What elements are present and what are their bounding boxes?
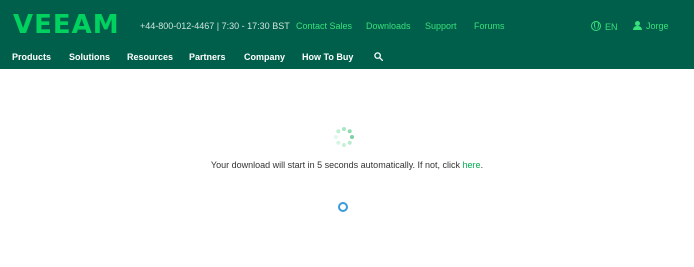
nav-products[interactable]: Products — [12, 52, 51, 62]
language-selector[interactable]: EN — [591, 21, 618, 32]
globe-icon — [591, 21, 601, 31]
user-name: Jorge — [646, 21, 669, 31]
nav-solutions[interactable]: Solutions — [69, 52, 110, 62]
download-message-end: . — [480, 160, 484, 170]
nav-partners[interactable]: Partners — [189, 52, 226, 62]
veeam-logo[interactable]: VEEAM — [13, 12, 120, 38]
language-label: EN — [605, 22, 618, 32]
phone-hours: +44-800-012-4467 | 7:30 - 17:30 BST — [140, 21, 290, 31]
contact-sales-link[interactable]: Contact Sales — [296, 21, 352, 31]
site-header: VEEAM +44-800-012-4467 | 7:30 - 17:30 BS… — [0, 0, 694, 69]
forums-link[interactable]: Forums — [474, 21, 505, 31]
download-message: Your download will start in 5 seconds au… — [0, 160, 694, 170]
search-icon[interactable] — [374, 52, 383, 61]
nav-how-to-buy[interactable]: How To Buy — [302, 52, 353, 62]
download-message-text: Your download will start in 5 seconds au… — [210, 160, 463, 170]
downloads-link[interactable]: Downloads — [366, 21, 411, 31]
loading-ring-icon — [338, 202, 348, 212]
download-here-link[interactable]: here — [463, 160, 481, 170]
user-icon — [633, 21, 642, 30]
user-menu[interactable]: Jorge — [633, 21, 669, 31]
loading-spinner-icon — [334, 127, 354, 147]
nav-resources[interactable]: Resources — [127, 52, 173, 62]
support-link[interactable]: Support — [425, 21, 457, 31]
nav-company[interactable]: Company — [244, 52, 285, 62]
